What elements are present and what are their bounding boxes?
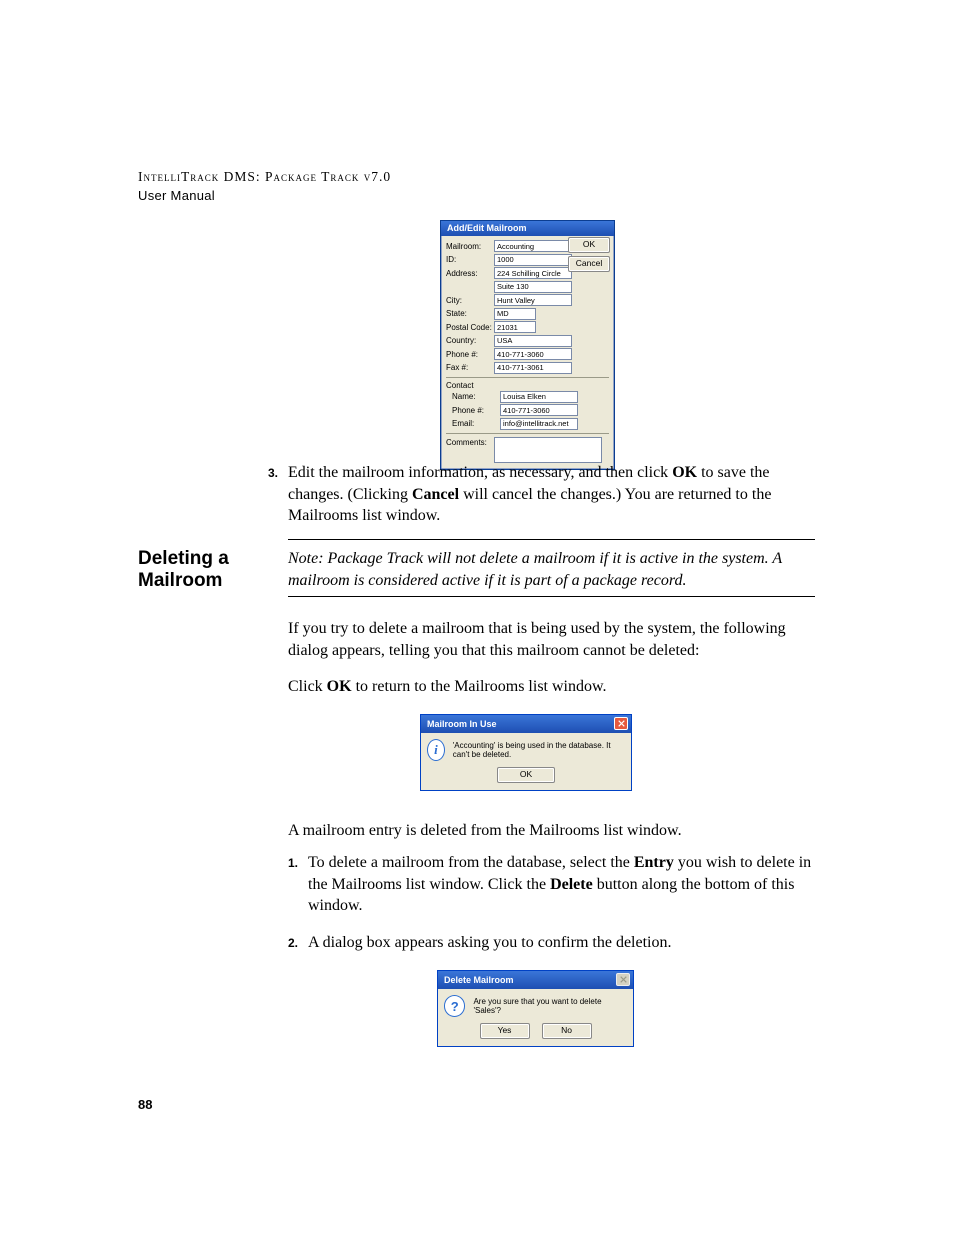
mailroom-in-use-dialog: Mailroom In Use i 'Accounting' is being … [420, 714, 632, 791]
info-message: 'Accounting' is being used in the databa… [453, 741, 625, 759]
delete-message: Are you sure that you want to delete 'Sa… [473, 997, 627, 1015]
info-icon: i [427, 739, 445, 761]
close-icon[interactable] [614, 717, 628, 730]
mailroom-label: Mailroom: [446, 242, 494, 251]
dialog-title: Mailroom In Use [427, 719, 497, 729]
ok-button[interactable]: OK [497, 767, 555, 783]
dialog-title: Add/Edit Mailroom [441, 221, 614, 236]
fax-field[interactable] [494, 362, 572, 374]
country-label: Country: [446, 336, 494, 345]
mailroom-field[interactable] [494, 240, 572, 252]
postal-label: Postal Code: [446, 323, 494, 332]
yes-button[interactable]: Yes [480, 1023, 530, 1039]
postal-field[interactable] [494, 321, 536, 333]
state-field[interactable] [494, 308, 536, 320]
address1-field[interactable] [494, 267, 572, 279]
header-line1: IntelliTrack DMS: Package Track v7.0 [138, 168, 815, 186]
para-in-use: If you try to delete a mailroom that is … [288, 618, 815, 661]
city-label: City: [446, 296, 494, 305]
city-field[interactable] [494, 294, 572, 306]
page-content: IntelliTrack DMS: Package Track v7.0 Use… [138, 168, 815, 205]
fax-label: Fax #: [446, 363, 494, 372]
para-click-ok: Click OK to return to the Mailrooms list… [288, 676, 815, 698]
comments-label: Comments: [446, 437, 494, 447]
step1-text: To delete a mailroom from the database, … [308, 854, 811, 914]
section-note: Note: Package Track will not delete a ma… [288, 548, 815, 591]
separator [446, 377, 609, 378]
dialog-title: Delete Mailroom [444, 975, 514, 985]
id-field[interactable] [494, 254, 572, 266]
phone-label: Phone #: [446, 350, 494, 359]
add-edit-mailroom-dialog: Add/Edit Mailroom OK Cancel Mailroom: ID… [440, 220, 615, 470]
header-line2: User Manual [138, 187, 815, 205]
address-label: Address: [446, 269, 494, 278]
contact-name-field[interactable] [500, 391, 578, 403]
comments-field[interactable] [494, 437, 602, 463]
step2-text: A dialog box appears asking you to confi… [308, 934, 671, 951]
address2-field[interactable] [494, 281, 572, 293]
running-header: IntelliTrack DMS: Package Track v7.0 Use… [138, 168, 815, 205]
step-number: 3. [268, 465, 278, 481]
rule-top [288, 539, 815, 540]
ok-button[interactable]: OK [568, 237, 610, 253]
question-icon: ? [444, 995, 465, 1017]
contact-phone-field[interactable] [500, 404, 578, 416]
delete-mailroom-dialog: Delete Mailroom ? Are you sure that you … [437, 970, 634, 1047]
contact-email-field[interactable] [500, 418, 578, 430]
step3-text: Edit the mailroom information, as necess… [288, 464, 771, 524]
step-number: 1. [288, 855, 298, 871]
phone-field[interactable] [494, 348, 572, 360]
contact-phone-label: Phone #: [446, 406, 500, 415]
para-deleted: A mailroom entry is deleted from the Mai… [288, 820, 815, 842]
cancel-button[interactable]: Cancel [568, 256, 610, 272]
rule-bottom [288, 596, 815, 597]
separator [446, 433, 609, 434]
step-number: 2. [288, 935, 298, 951]
close-icon [616, 973, 630, 986]
page-number: 88 [138, 1097, 152, 1112]
contact-name-label: Name: [446, 392, 500, 401]
section-heading: Deleting a Mailroom [138, 548, 268, 592]
country-field[interactable] [494, 335, 572, 347]
no-button[interactable]: No [542, 1023, 592, 1039]
contact-email-label: Email: [446, 419, 500, 428]
id-label: ID: [446, 255, 494, 264]
state-label: State: [446, 309, 494, 318]
contact-header: Contact [446, 381, 609, 390]
